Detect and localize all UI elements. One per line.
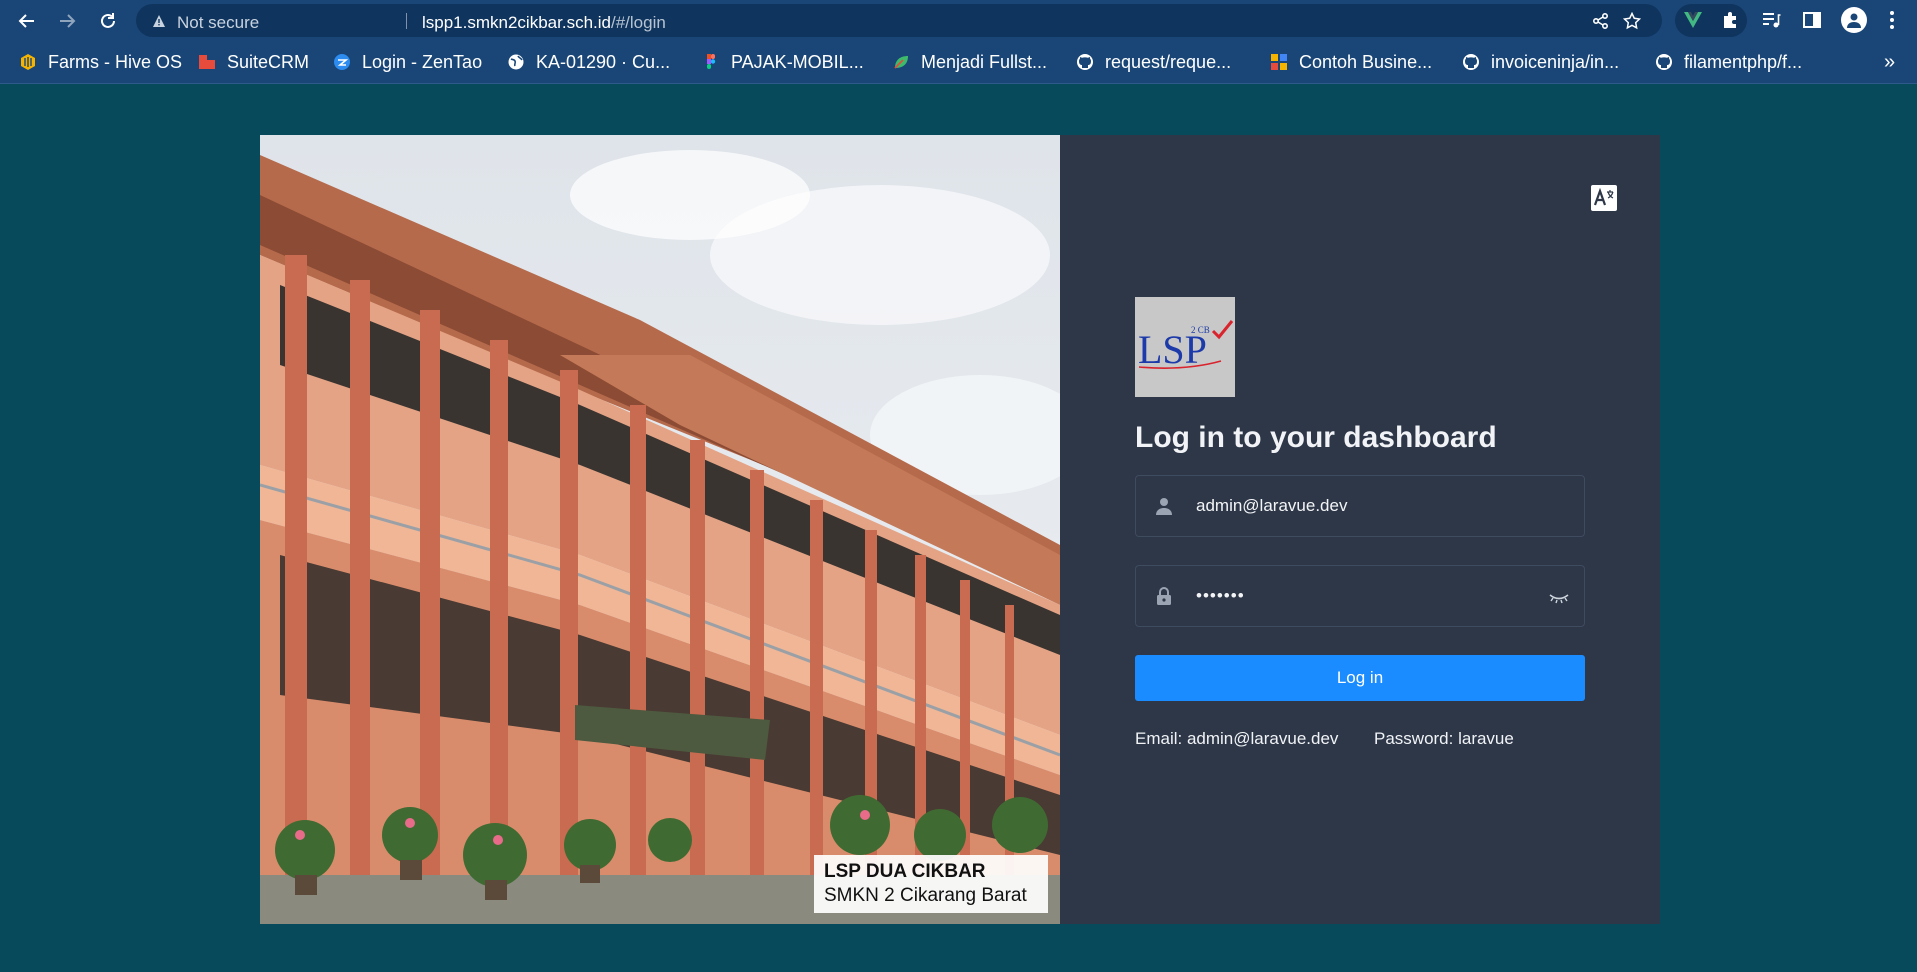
- share-icon[interactable]: [1592, 12, 1610, 30]
- arrow-left-icon: [18, 14, 34, 28]
- forward-button[interactable]: [54, 8, 80, 34]
- eye-closed-icon[interactable]: [1548, 588, 1570, 606]
- back-button[interactable]: [14, 8, 40, 34]
- warning-icon: [153, 15, 165, 27]
- photo-caption: LSP DUA CIKBAR SMKN 2 Cikarang Barat: [814, 855, 1048, 913]
- bookmarks-overflow-button[interactable]: »: [1884, 49, 1895, 75]
- bookmark-label: invoiceninja/in...: [1491, 51, 1620, 72]
- reload-icon: [101, 13, 115, 28]
- school-photo: LSP DUA CIKBAR SMKN 2 Cikarang Barat: [260, 135, 1060, 924]
- extensions-button[interactable]: [1720, 9, 1742, 31]
- password-field[interactable]: [1135, 565, 1585, 627]
- bookmark-zentao[interactable]: Login - ZenTao: [333, 49, 482, 75]
- browser-toolbar: Not secure lspp1.smkn2cikbar.sch.id/#/lo…: [0, 0, 1917, 41]
- bookmark-contoh[interactable]: Contoh Busine...: [1270, 49, 1432, 75]
- school-building-illustration: [260, 135, 1060, 924]
- slides-icon: [1271, 54, 1287, 70]
- bookmark-hiveos[interactable]: Farms - Hive OS: [19, 49, 182, 75]
- bookmark-label: SuiteCRM: [227, 51, 310, 72]
- bookmark-invoiceninja[interactable]: invoiceninja/in...: [1462, 49, 1619, 75]
- avatar-icon: [1847, 13, 1861, 28]
- bookmark-ka01290[interactable]: KA-01290 · Cu...: [507, 49, 670, 75]
- side-panel-icon: [1803, 12, 1821, 28]
- vue-devtools-button[interactable]: [1682, 9, 1704, 31]
- side-panel-button[interactable]: [1801, 9, 1823, 31]
- bookmark-pajak[interactable]: PAJAK-MOBIL...: [702, 49, 864, 75]
- suitecrm-icon: [199, 55, 215, 69]
- figma-icon: [707, 54, 716, 69]
- github-icon: [1077, 54, 1093, 70]
- address-divider: [406, 13, 407, 29]
- password-input[interactable]: [1196, 566, 1536, 626]
- globe-icon: [508, 54, 524, 70]
- bookmark-request[interactable]: request/reque...: [1076, 49, 1231, 75]
- translate-icon: [1593, 188, 1614, 206]
- leaf-icon: [894, 56, 908, 69]
- vue-icon: [1684, 12, 1702, 28]
- lsp-logo-mark: 2 CB LSP: [1138, 320, 1234, 372]
- zentao-icon: [334, 54, 350, 70]
- bookmark-label: Contoh Busine...: [1299, 51, 1433, 72]
- page-title: Log in to your dashboard: [1135, 421, 1497, 454]
- bookmark-label: Login - ZenTao: [362, 51, 483, 72]
- profile-button[interactable]: [1841, 7, 1867, 33]
- email-input[interactable]: [1196, 476, 1536, 536]
- address-bar[interactable]: Not secure lspp1.smkn2cikbar.sch.id/#/lo…: [136, 4, 1662, 37]
- bookmark-label: KA-01290 · Cu...: [536, 51, 671, 72]
- kebab-menu-icon: [1890, 11, 1894, 29]
- lsp-logo: 2 CB LSP: [1135, 297, 1235, 397]
- bookmark-label: request/reque...: [1105, 51, 1232, 72]
- reload-button[interactable]: [95, 8, 121, 34]
- bookmark-fullstack[interactable]: Menjadi Fullst...: [892, 49, 1047, 75]
- menu-button[interactable]: [1881, 9, 1903, 31]
- arrow-right-icon: [60, 14, 76, 28]
- bookmark-label: PAJAK-MOBIL...: [731, 51, 864, 72]
- lock-icon: [1157, 587, 1171, 605]
- login-card: LSP DUA CIKBAR SMKN 2 Cikarang Barat 2 C…: [260, 135, 1660, 924]
- url-path: /#/login: [610, 13, 666, 32]
- bookmark-label: Menjadi Fullst...: [921, 51, 1048, 72]
- user-icon: [1156, 498, 1172, 515]
- url-host: lspp1.smkn2cikbar.sch.id: [422, 13, 611, 32]
- github-icon: [1463, 54, 1479, 70]
- puzzle-icon: [1724, 12, 1736, 28]
- demo-password-hint: Password: laravue: [1374, 729, 1514, 748]
- caption-title: LSP DUA CIKBAR: [824, 861, 986, 882]
- star-icon[interactable]: [1623, 12, 1641, 30]
- demo-email-hint: Email: admin@laravue.dev: [1135, 729, 1339, 748]
- bookmark-label: filamentphp/f...: [1684, 51, 1803, 72]
- login-button[interactable]: Log in: [1135, 655, 1585, 701]
- email-field[interactable]: [1135, 475, 1585, 537]
- bookmark-label: Farms - Hive OS: [48, 51, 183, 72]
- media-button[interactable]: [1760, 9, 1782, 31]
- language-switch-button[interactable]: [1591, 185, 1617, 211]
- playlist-icon: [1763, 13, 1781, 28]
- bookmarks-bar: Farms - Hive OS SuiteCRM Login - ZenTao …: [0, 41, 1917, 84]
- caption-subtitle: SMKN 2 Cikarang Barat: [824, 885, 1027, 906]
- hiveos-icon: [21, 54, 35, 70]
- security-label[interactable]: Not secure: [177, 13, 259, 33]
- github-icon: [1656, 54, 1672, 70]
- url-text[interactable]: lspp1.smkn2cikbar.sch.id/#/login: [422, 13, 666, 33]
- bookmark-suitecrm[interactable]: SuiteCRM: [198, 49, 309, 75]
- bookmark-filamentphp[interactable]: filamentphp/f...: [1655, 49, 1802, 75]
